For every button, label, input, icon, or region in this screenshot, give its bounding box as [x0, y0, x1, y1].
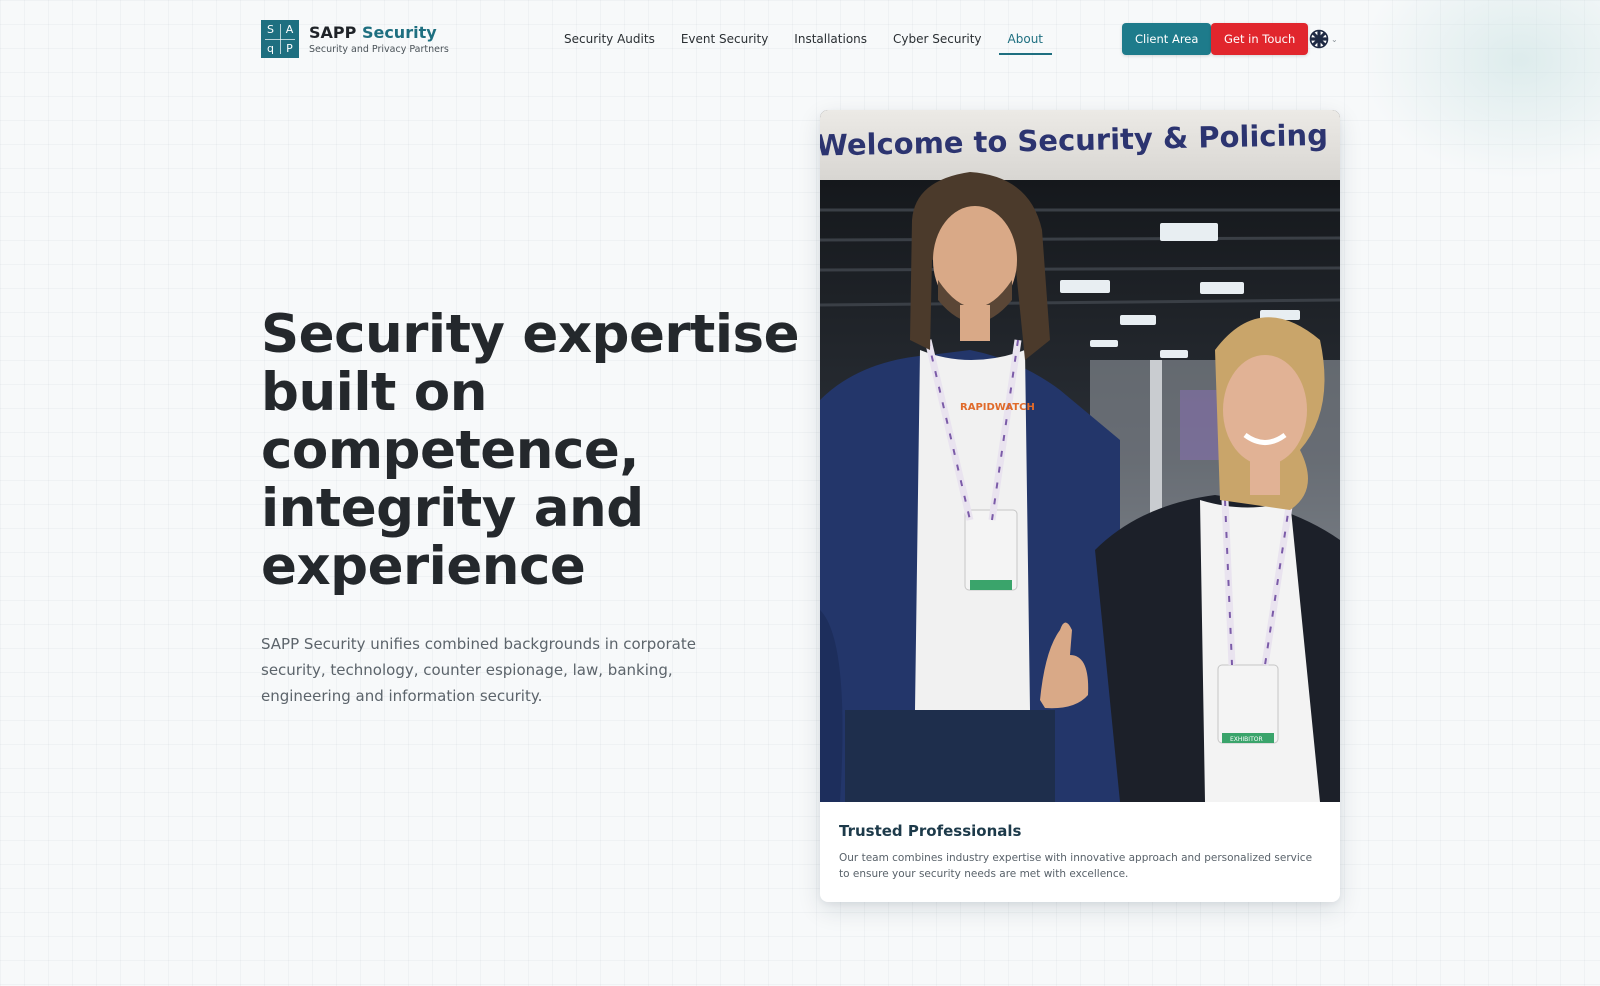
hero-title-line: Security expertise	[261, 304, 800, 365]
exhibitor-text: EXHIBITOR	[1230, 736, 1263, 743]
nav-item-installations[interactable]: Installations	[785, 26, 876, 54]
nav-item-about[interactable]: About	[998, 26, 1053, 55]
hero-title-line: experience	[261, 536, 586, 597]
hero-title: Security expertise built on competence, …	[261, 304, 800, 597]
logo-mark: S A q P	[261, 20, 299, 58]
hero-title-line: integrity and	[261, 478, 644, 539]
logo-link[interactable]: S A q P SAPP Security Security and Priva…	[261, 20, 449, 58]
nav-item-cyber-security[interactable]: Cyber Security	[884, 26, 991, 54]
language-selector[interactable]: ⌄	[1309, 29, 1338, 49]
team-photo: Welcome to Security & Policing 2024 RAPI…	[820, 110, 1340, 802]
brand-name: SAPP Security	[309, 23, 449, 43]
brand-tagline: Security and Privacy Partners	[309, 43, 449, 55]
team-card: Welcome to Security & Policing 2024 RAPI…	[820, 110, 1340, 902]
logo-letter: A	[285, 23, 294, 36]
hero-description: SAPP Security unifies combined backgroun…	[261, 635, 696, 705]
card-text: Our team combines industry expertise wit…	[839, 852, 1313, 880]
brand-name-main: SAPP	[309, 22, 357, 42]
nav-item-security-audits[interactable]: Security Audits	[555, 26, 664, 54]
site-header: S A q P SAPP Security Security and Priva…	[0, 0, 1600, 80]
hero-title-line: built on	[261, 362, 487, 423]
card-body: Trusted Professionals Our team combines …	[839, 822, 1319, 882]
logo-letter: P	[286, 42, 293, 55]
hero-title-line: competence,	[261, 420, 639, 481]
brand-name-accent: Security	[361, 22, 437, 42]
logo-divider	[265, 38, 295, 40]
logo-letter: S	[267, 23, 274, 36]
badge-text: RAPIDWATCH	[960, 402, 1035, 413]
client-area-button[interactable]: Client Area	[1122, 23, 1212, 55]
nav-item-event-security[interactable]: Event Security	[672, 26, 777, 54]
get-in-touch-button[interactable]: Get in Touch	[1211, 23, 1309, 55]
main-nav: Security Audits Event Security Installat…	[555, 26, 1060, 55]
logo-letter: q	[267, 42, 274, 55]
uk-flag-icon	[1309, 29, 1329, 49]
card-title: Trusted Professionals	[839, 822, 1022, 840]
logo-text: SAPP Security Security and Privacy Partn…	[309, 23, 449, 56]
chevron-down-icon: ⌄	[1331, 34, 1338, 44]
team-photo-illustration: Welcome to Security & Policing 2024 RAPI…	[820, 110, 1340, 802]
